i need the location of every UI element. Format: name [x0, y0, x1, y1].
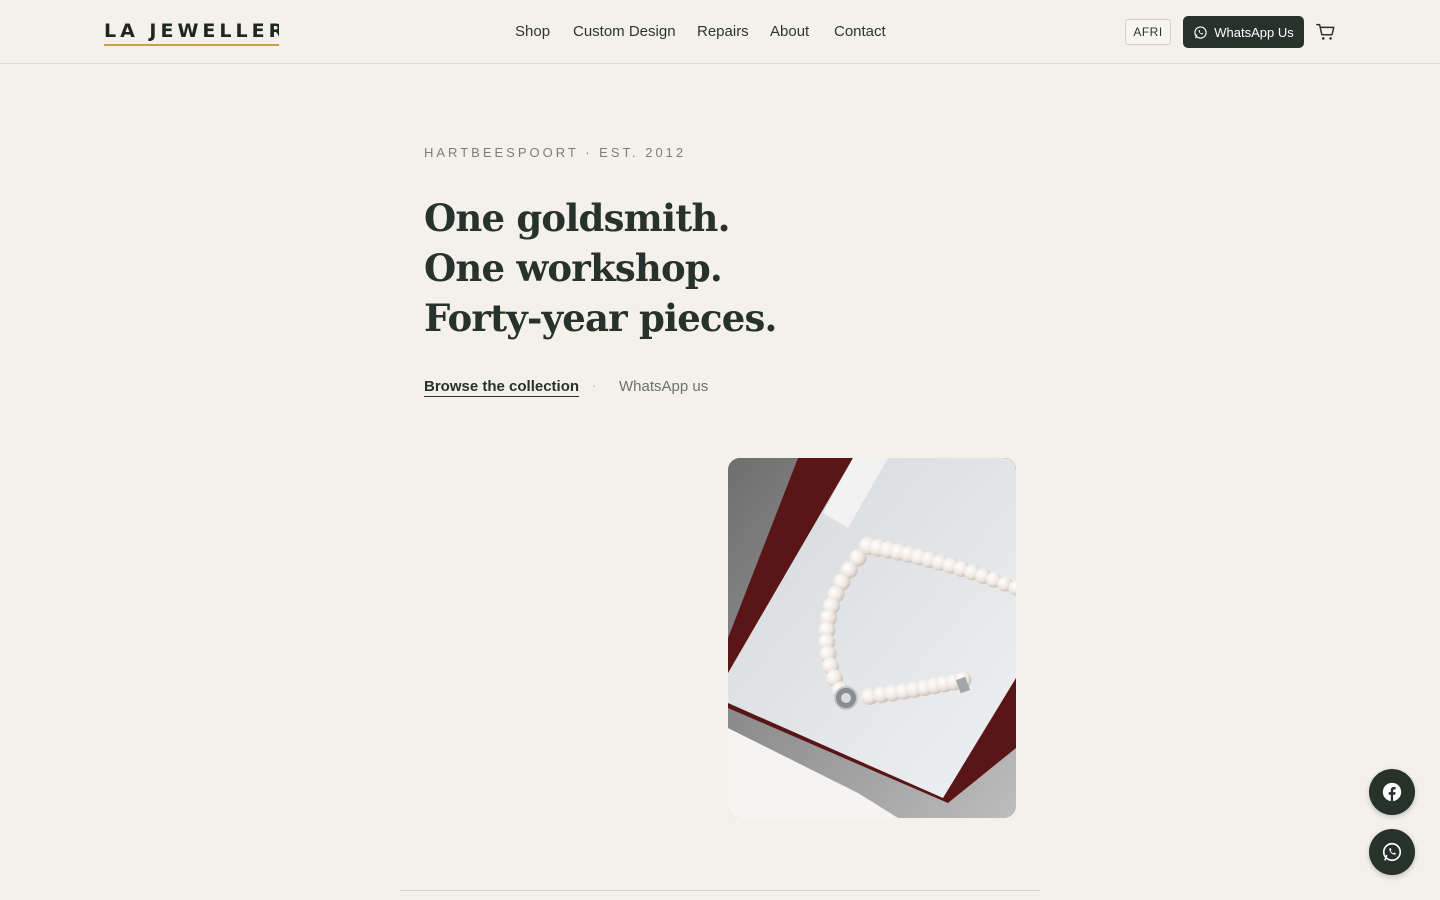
- logo[interactable]: LA JEWELLERS: [104, 20, 279, 46]
- pearl-necklace-photo: [728, 458, 1016, 818]
- site-header: LA JEWELLERS Shop Custom Design Repairs …: [0, 0, 1440, 64]
- facebook-icon: [1382, 782, 1402, 802]
- whatsapp-icon: [1194, 25, 1207, 39]
- nav-shop[interactable]: Shop: [515, 22, 550, 42]
- whatsapp-us-label: WhatsApp Us: [1214, 24, 1294, 40]
- language-toggle-button[interactable]: AFRI: [1125, 19, 1171, 45]
- headline-line-2: One workshop.: [424, 246, 723, 290]
- whatsapp-us-button[interactable]: WhatsApp Us: [1183, 16, 1304, 48]
- nav-about[interactable]: About: [770, 22, 809, 42]
- whatsapp-chat-button[interactable]: [1369, 829, 1415, 875]
- section-divider: [400, 890, 1040, 891]
- hero-eyebrow: HARTBEESPOORT · EST. 2012: [424, 145, 687, 160]
- headline-line-3: Forty-year pieces.: [424, 296, 777, 340]
- nav-repairs[interactable]: Repairs: [697, 22, 749, 42]
- hero-headline: One goldsmith. One workshop. Forty-year …: [424, 193, 777, 343]
- pearl-necklace-image: [728, 458, 1016, 818]
- cart-icon[interactable]: [1315, 21, 1337, 43]
- whatsapp-us-link[interactable]: WhatsApp us: [619, 378, 708, 395]
- nav-custom-design[interactable]: Custom Design: [573, 22, 676, 42]
- whatsapp-icon: [1382, 842, 1402, 862]
- facebook-button[interactable]: [1369, 769, 1415, 815]
- cta-separator: ·: [592, 378, 597, 393]
- browse-collection-link[interactable]: Browse the collection: [424, 378, 580, 397]
- headline-line-1: One goldsmith.: [424, 196, 731, 240]
- nav-contact[interactable]: Contact: [834, 22, 886, 42]
